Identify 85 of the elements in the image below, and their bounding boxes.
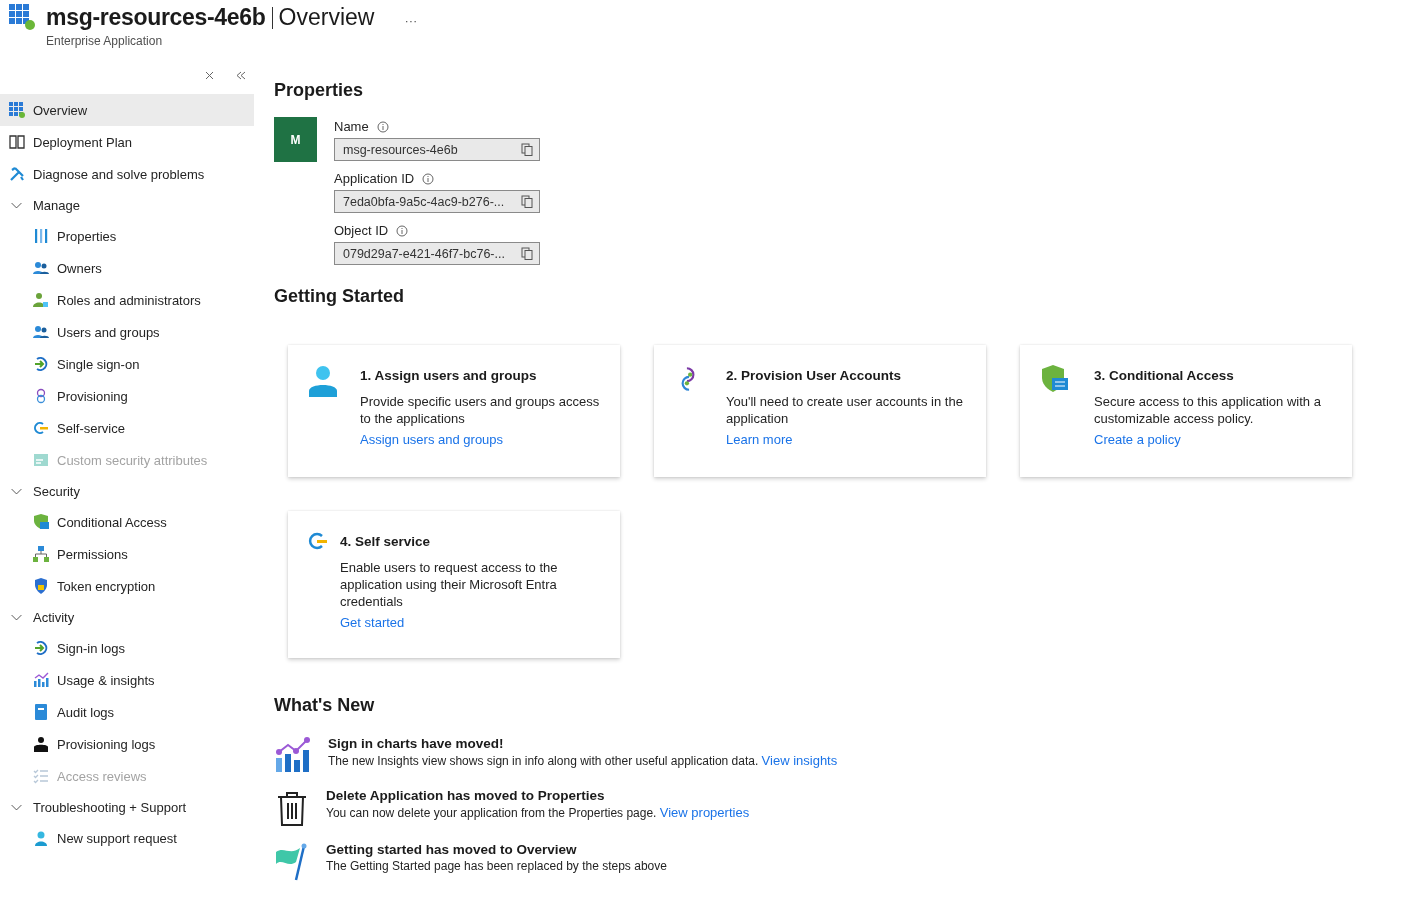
card-link[interactable]: Assign users and groups <box>360 432 600 447</box>
news-link[interactable]: View properties <box>659 805 750 820</box>
info-icon <box>376 120 389 133</box>
card-title: 3. Conditional Access <box>1094 368 1235 383</box>
field-label: Name <box>334 119 369 134</box>
news-description: The Getting Started page has been replaced by the steps above <box>326 859 667 873</box>
people-icon <box>33 324 49 340</box>
card-link[interactable]: Get started <box>340 615 600 630</box>
app-avatar: M <box>274 117 317 162</box>
card-title: 4. Self service <box>340 534 432 549</box>
nav-item[interactable]: Conditional Access <box>0 506 254 538</box>
news-link[interactable]: View insights <box>761 753 838 768</box>
copy-button[interactable] <box>521 247 533 260</box>
read-only-field[interactable]: 7eda0bfa-9a5c-4ac9-b276-... <box>334 190 540 213</box>
news-description: The new Insights view shows sign in info along with other useful application data. View insights <box>328 753 838 768</box>
nav-item[interactable]: Permissions <box>0 538 254 570</box>
section-heading: What's New <box>274 695 376 716</box>
close-button[interactable] <box>205 71 214 80</box>
nav-group-header[interactable]: Manage <box>0 190 254 220</box>
nav-item[interactable]: Sign-in logs <box>0 632 254 664</box>
page-title: Overview <box>278 4 375 31</box>
read-only-field[interactable]: msg-resources-4e6b <box>334 138 540 161</box>
person-icon <box>33 736 49 752</box>
shield-lock-icon <box>33 578 49 594</box>
nav-item[interactable]: Diagnose and solve problems <box>0 158 254 190</box>
chart-icon <box>274 736 312 774</box>
card-link[interactable]: Create a policy <box>1094 432 1332 447</box>
hierarchy-icon <box>33 546 49 562</box>
nav-group-header[interactable]: Activity <box>0 602 254 632</box>
card-description: Provide specific users and groups access to the applications <box>360 393 600 427</box>
collapse-button[interactable] <box>236 71 246 80</box>
card-link[interactable]: Learn more <box>726 432 966 447</box>
card-title: 1. Assign users and groups <box>360 368 538 383</box>
news-title: Sign in charts have moved! <box>328 736 505 751</box>
nav-item[interactable]: Deployment Plan <box>0 126 254 158</box>
book-icon <box>9 134 25 150</box>
nav-item[interactable]: Roles and administrators <box>0 284 254 316</box>
resource-type: Enterprise Application <box>46 34 164 48</box>
chart-icon <box>33 672 49 688</box>
nav-item[interactable]: Provisioning logs <box>0 728 254 760</box>
nav-item[interactable]: Overview <box>0 94 254 126</box>
card-title: 2. Provision User Accounts <box>726 368 903 383</box>
people-icon <box>33 260 49 276</box>
nav-item[interactable]: Self-service <box>0 412 254 444</box>
nav-item[interactable]: Users and groups <box>0 316 254 348</box>
notebook-icon <box>33 704 49 720</box>
nav-item[interactable]: Audit logs <box>0 696 254 728</box>
resource-title: msg-resources-4e6b <box>46 4 266 31</box>
copy-button[interactable] <box>521 143 533 156</box>
nav-item[interactable]: Usage & insights <box>0 664 254 696</box>
person-icon <box>308 365 338 397</box>
nav-item[interactable]: New support request <box>0 822 254 854</box>
card-description: Secure access to this application with a customizable access policy. <box>1094 393 1322 427</box>
read-only-field[interactable]: 079d29a7-e421-46f7-bc76-... <box>334 242 540 265</box>
nav-item[interactable]: Properties <box>0 220 254 252</box>
more-button[interactable]: ··· <box>400 13 422 28</box>
shield-icon <box>33 514 49 530</box>
news-title: Getting started has moved to Overview <box>326 842 578 857</box>
card-description: Enable users to request access to the application using their Microsoft Entra credentials <box>340 559 559 610</box>
support-person-icon <box>33 830 49 846</box>
copy-button[interactable] <box>521 195 533 208</box>
field-label: Application ID <box>334 171 415 186</box>
card-icon <box>33 452 49 468</box>
grid-icon <box>9 102 25 118</box>
field-label: Object ID <box>334 223 389 238</box>
nav-item[interactable]: Token encryption <box>0 570 254 602</box>
nav-group-header[interactable]: Security <box>0 476 254 506</box>
bars-icon <box>33 228 49 244</box>
nav-group-header[interactable]: Troubleshooting + Support <box>0 792 254 822</box>
sign-in-icon <box>33 640 49 656</box>
info-icon <box>396 224 409 237</box>
section-heading: Properties <box>274 80 365 101</box>
checklist-icon <box>33 768 49 784</box>
info-icon <box>422 172 435 185</box>
card-description: You'll need to create user accounts in the application <box>726 393 964 427</box>
section-heading: Getting Started <box>274 286 405 307</box>
sign-in-icon <box>33 356 49 372</box>
news-description: You can now delete your application from the Properties page. View properties <box>326 805 750 820</box>
news-title: Delete Application has moved to Properties <box>326 788 606 803</box>
app-grid-icon <box>9 4 36 31</box>
nav-item[interactable]: Owners <box>0 252 254 284</box>
shield-icon <box>1040 365 1070 395</box>
nav-item[interactable]: Single sign-on <box>0 348 254 380</box>
person-icon <box>33 292 49 308</box>
nav-item[interactable]: Provisioning <box>0 380 254 412</box>
